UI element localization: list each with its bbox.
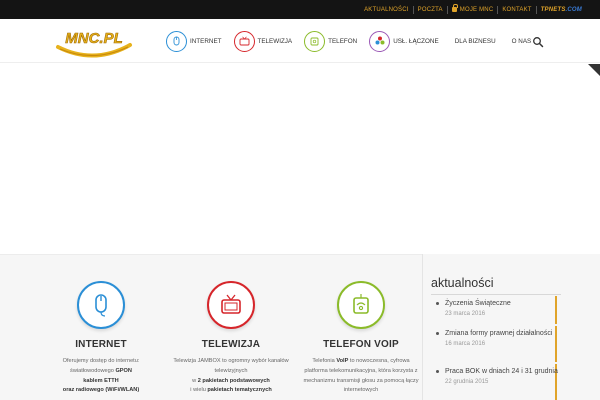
logo-text: MNC.PL	[65, 30, 123, 47]
slider-corner-marker	[588, 64, 600, 76]
news-item-title: Zmiana formy prawnej działalności	[435, 329, 559, 338]
news-item-title: Życzenia Świąteczne	[435, 299, 559, 308]
partner-logo-link[interactable]: TPnets .com	[537, 7, 586, 13]
service-description: Telefonia VoIP to nowoczesna, cyfrowa pl…	[303, 358, 419, 394]
site-logo[interactable]: MNC.PL	[54, 23, 134, 59]
nav-item-telewizja[interactable]: TELEWIZJA	[230, 24, 301, 58]
site-logo-graphic: MNC.PL	[56, 30, 132, 58]
service-title: INTERNET	[75, 339, 127, 350]
mouse-icon	[77, 281, 125, 329]
news-sidebar: aktualności Życzenia Świąteczne 23 marca…	[422, 254, 600, 400]
hero-slider	[0, 64, 600, 254]
news-item-title: Praca BOK w dniach 24 i 31 grudnia	[435, 367, 559, 376]
nav-label: TELEWIZJA	[257, 37, 293, 45]
page: AKTUALNOŚCI POCZTA MOJE MNC KONTAKT TPne…	[0, 0, 600, 400]
phone-icon	[304, 30, 326, 52]
top-links: AKTUALNOŚCI POCZTA MOJE MNC KONTAKT TPne…	[360, 0, 586, 19]
service-description: Oferujemy dostęp do internetu: światłowo…	[62, 358, 140, 394]
bundle-icon	[369, 30, 391, 52]
partner-name: TPnets	[540, 6, 566, 13]
tv-icon	[207, 281, 255, 329]
news-item-date: 23 marca 2016	[445, 311, 486, 317]
nav-label: USŁ. ŁĄCZONE	[393, 37, 439, 45]
main-nav: INTERNET TELEWIZJA TELEFON USŁ. ŁĄCZONE	[162, 24, 539, 58]
news-heading: aktualności	[431, 276, 494, 290]
mouse-icon	[166, 30, 187, 52]
top-link-kontakt[interactable]: KONTAKT	[498, 7, 535, 13]
divider	[431, 294, 561, 295]
nav-label: INTERNET	[190, 37, 222, 45]
nav-item-uslugi-laczone[interactable]: USŁ. ŁĄCZONE	[365, 24, 447, 58]
top-link-poczta[interactable]: POCZTA	[414, 7, 447, 13]
news-item[interactable]: Życzenia Świąteczne 23 marca 2016	[435, 299, 559, 317]
news-item-date: 16 marca 2016	[445, 341, 486, 347]
lock-icon	[451, 4, 458, 12]
service-description: Telewizja JAMBOX to ogromny wybór kanałó…	[173, 358, 289, 394]
tv-icon	[233, 30, 255, 52]
service-title: TELEFON VoIP	[323, 339, 399, 350]
news-item[interactable]: Praca BOK w dniach 24 i 31 grudnia 22 gr…	[435, 367, 559, 385]
search-icon[interactable]	[532, 35, 544, 48]
top-link-moje-mnc[interactable]: MOJE MNC	[448, 4, 498, 13]
nav-item-dla-biznesu[interactable]: DLA BIZNESU	[447, 24, 504, 58]
top-utility-bar: AKTUALNOŚCI POCZTA MOJE MNC KONTAKT TPne…	[0, 0, 600, 19]
nav-label: TELEFON	[328, 37, 358, 45]
top-link-aktualnosci[interactable]: AKTUALNOŚCI	[360, 7, 413, 13]
nav-item-internet[interactable]: INTERNET	[162, 24, 230, 58]
service-title: TELEWIZJA	[201, 339, 261, 350]
news-item[interactable]: Zmiana formy prawnej działalności 16 mar…	[435, 329, 559, 347]
top-link-moje-mnc-label: MOJE MNC	[459, 6, 494, 13]
partner-suffix: .com	[565, 6, 582, 13]
main-header: MNC.PL INTERNET TELEWIZJA TELEFON USŁ. Ł…	[0, 19, 600, 63]
nav-item-telefon[interactable]: TELEFON	[300, 24, 365, 58]
phone-icon	[337, 281, 385, 329]
news-item-date: 22 grudnia 2015	[445, 379, 489, 385]
